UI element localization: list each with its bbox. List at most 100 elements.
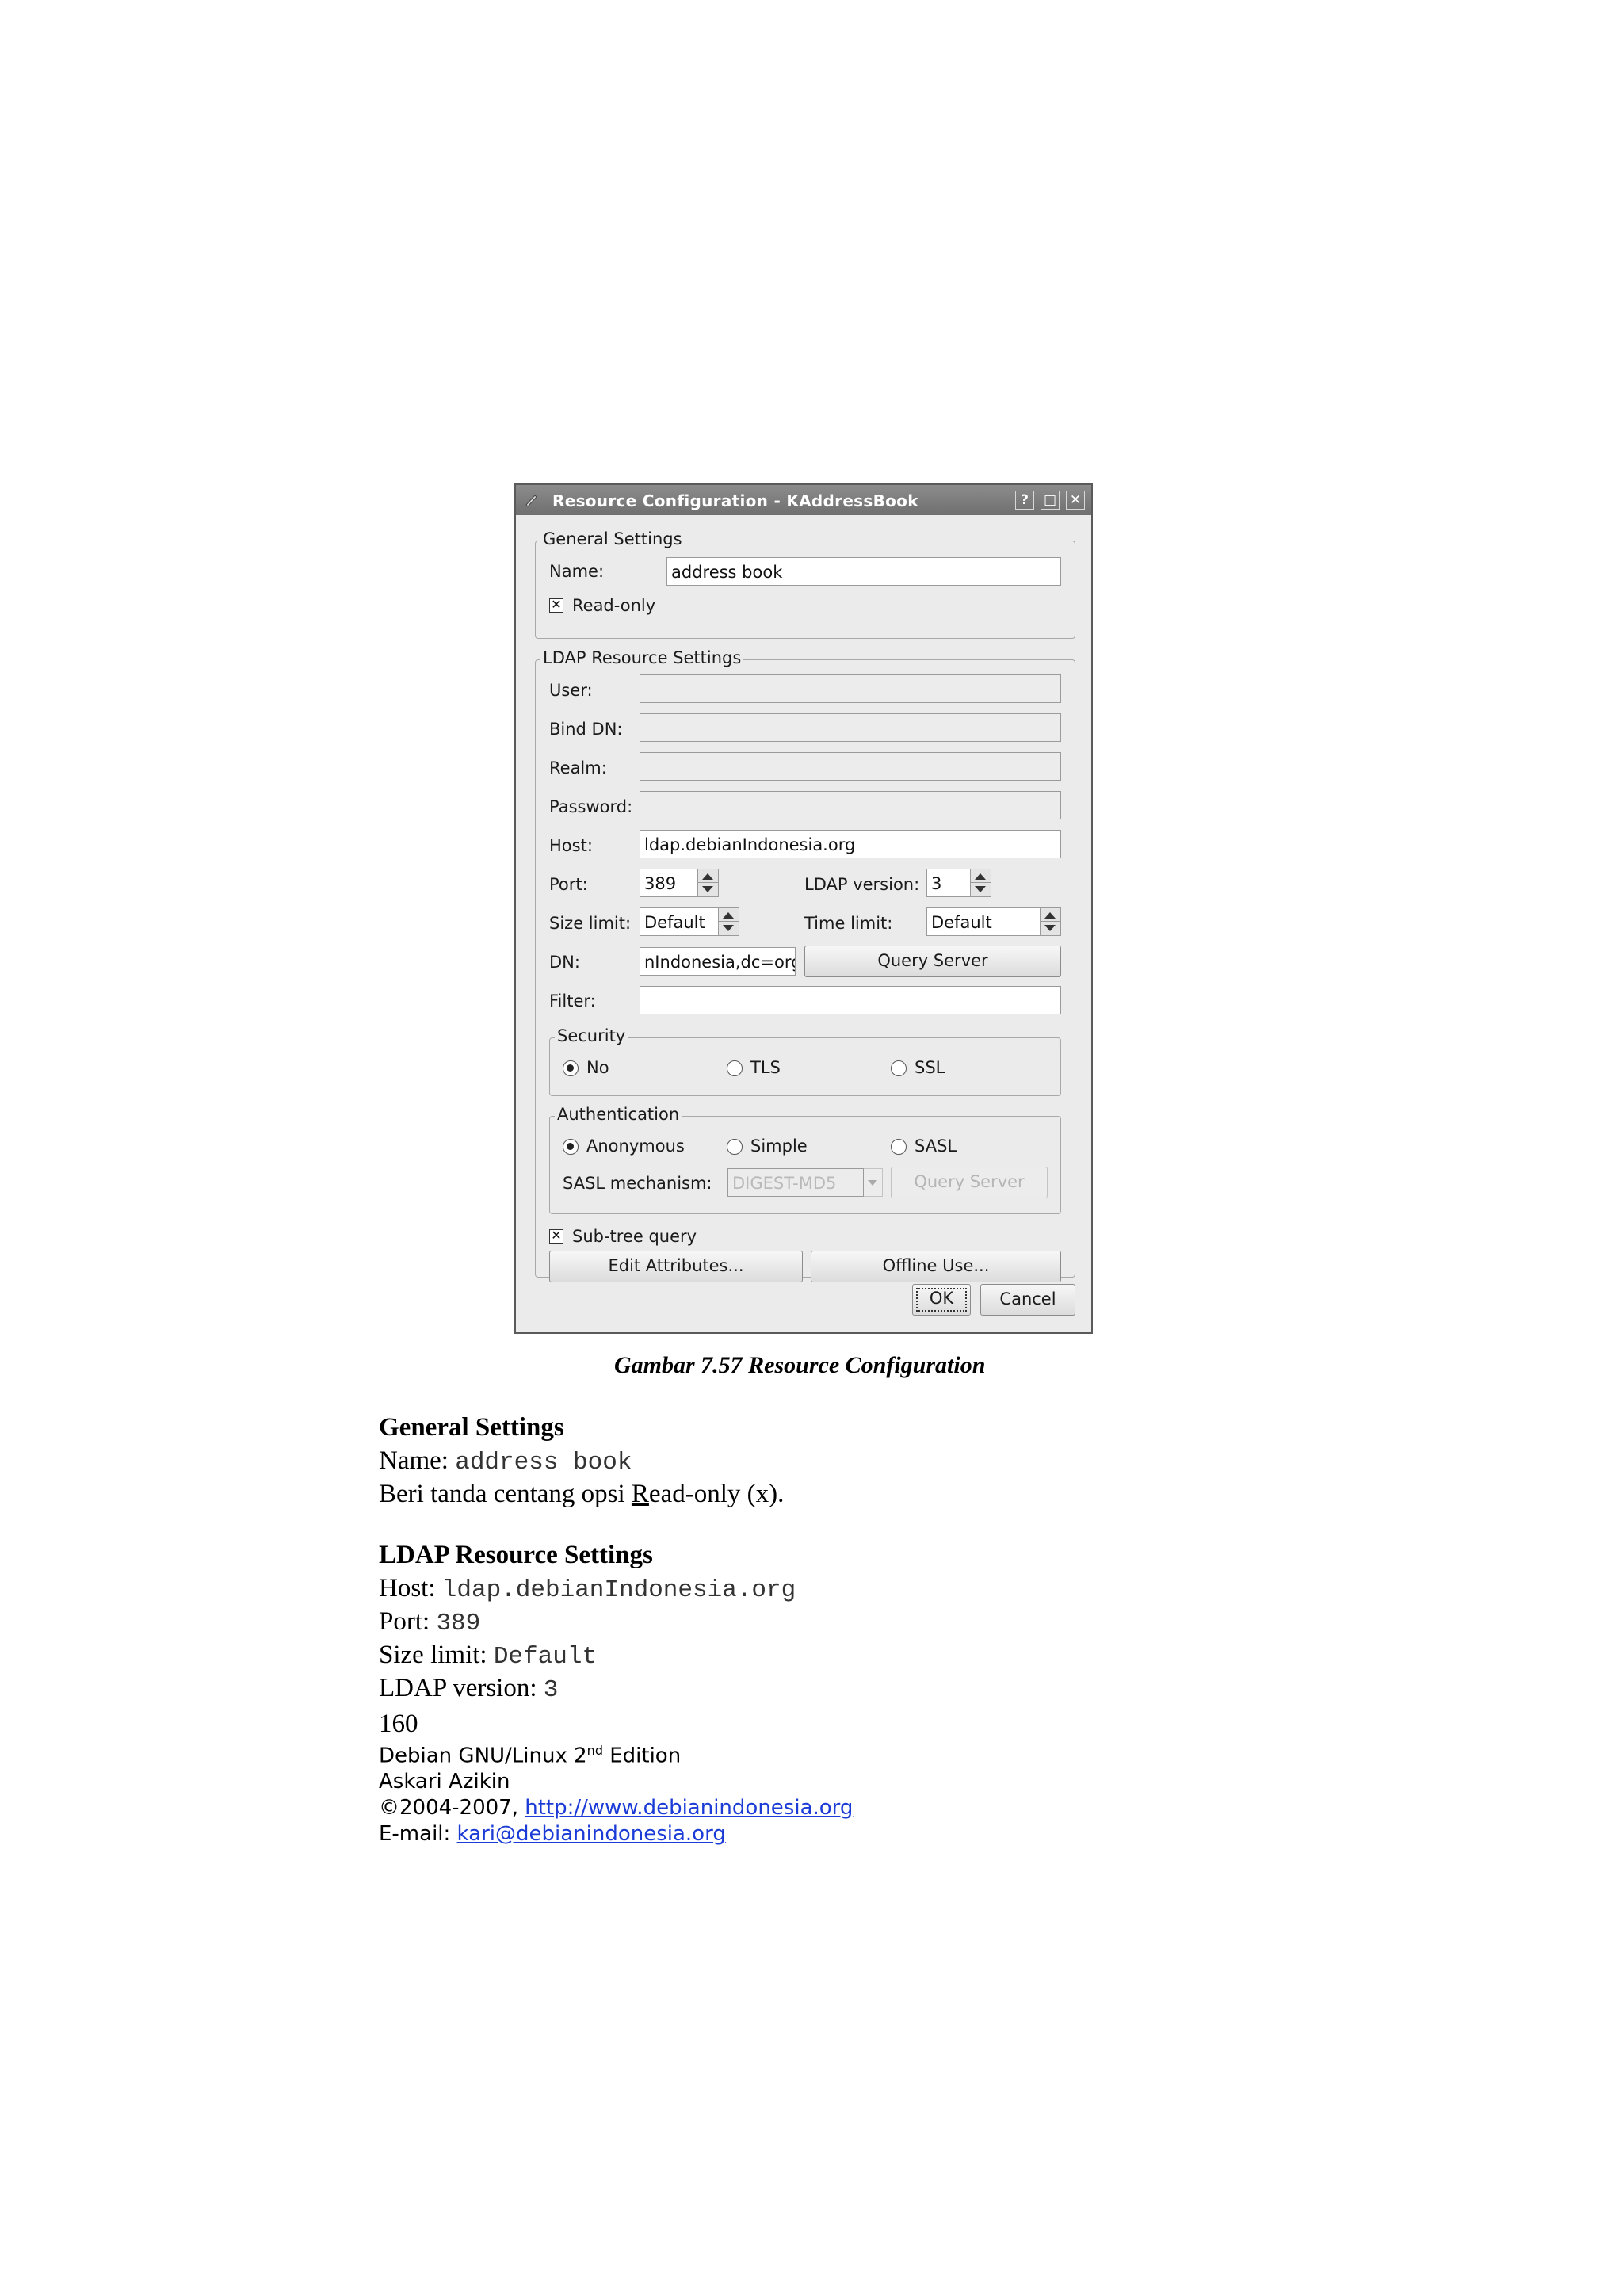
auth-simple-label: Simple [750, 1137, 808, 1156]
author: Askari Azikin [379, 1770, 510, 1794]
edit-attributes-button[interactable]: Edit Attributes... [549, 1251, 803, 1282]
authentication-group: Authentication Anonymous Simple SASL SAS… [549, 1105, 1061, 1214]
general-settings-group: General Settings Name: address book ✕ Re… [535, 529, 1075, 639]
size-limit-input[interactable]: Default [640, 907, 719, 936]
security-tls-radio[interactable] [727, 1060, 743, 1076]
subtree-label: Sub-tree query [572, 1227, 697, 1246]
spin-up-icon[interactable] [1044, 912, 1056, 919]
ldap-version-label: LDAP version: [804, 875, 920, 894]
spin-down-icon[interactable] [702, 886, 713, 892]
book-title: Debian GNU/Linux 2nd Edition [379, 1743, 681, 1768]
name-label: Name: [549, 562, 605, 581]
realm-label: Realm: [549, 758, 607, 777]
host-label: Host: [549, 836, 593, 855]
security-title: Security [555, 1026, 628, 1045]
sasl-query-server-button[interactable]: Query Server [891, 1167, 1048, 1198]
sasl-mechanism-label: SASL mechanism: [563, 1174, 712, 1193]
ldapver-prefix: LDAP version: [379, 1674, 544, 1702]
doc-size-line: Size limit: Default [379, 1641, 597, 1671]
figure-caption: Gambar 7.57 Resource Configuration [614, 1352, 986, 1378]
copyright-pre: ©2004-2007, [379, 1796, 525, 1820]
filter-input[interactable] [640, 986, 1061, 1014]
spin-down-icon[interactable] [723, 925, 734, 931]
filter-label: Filter: [549, 991, 596, 1010]
app-icon [525, 495, 537, 507]
auth-anonymous-radio[interactable] [563, 1139, 579, 1155]
maximize-icon[interactable]: □ [1041, 491, 1060, 510]
book-title-sup: nd [586, 1743, 603, 1758]
spin-up-icon[interactable] [975, 873, 986, 880]
auth-simple-radio[interactable] [727, 1139, 743, 1155]
help-icon[interactable]: ? [1015, 491, 1034, 510]
spin-up-icon[interactable] [723, 912, 734, 919]
website-link[interactable]: http://www.debianindonesia.org [525, 1796, 853, 1820]
name-value: address book [455, 1449, 632, 1477]
user-input[interactable] [640, 674, 1061, 703]
readonly-label: Read-only [572, 596, 656, 615]
query-server-button[interactable]: Query Server [804, 946, 1061, 977]
port-spinner[interactable] [698, 869, 719, 897]
ok-button-label: OK [929, 1289, 954, 1308]
authentication-title: Authentication [555, 1105, 682, 1124]
ldap-settings-group: LDAP Resource Settings User: Bind DN: Re… [535, 648, 1075, 1282]
ldapver-value: 3 [543, 1676, 559, 1704]
auth-anonymous-label: Anonymous [586, 1137, 685, 1156]
name-input[interactable]: address book [666, 557, 1061, 586]
doc-host-line: Host: ldap.debianIndonesia.org [379, 1574, 796, 1604]
cancel-button[interactable]: Cancel [980, 1284, 1075, 1316]
ldap-version-input[interactable]: 3 [926, 869, 971, 897]
page-number: 160 [379, 1710, 418, 1738]
time-limit-input[interactable]: Default [926, 907, 1041, 936]
title-bar[interactable]: Resource Configuration - KAddressBook ? … [516, 485, 1091, 515]
close-icon[interactable]: ✕ [1066, 491, 1085, 510]
doc-port-line: Port: 389 [379, 1607, 480, 1637]
user-label: User: [549, 681, 593, 700]
ok-button[interactable]: OK [912, 1284, 971, 1316]
realm-input[interactable] [640, 752, 1061, 781]
security-tls-label: TLS [750, 1058, 781, 1077]
doc-ldapver-line: LDAP version: 3 [379, 1674, 558, 1704]
port-input[interactable]: 389 [640, 869, 698, 897]
size-limit-spinner[interactable] [719, 907, 739, 936]
security-no-label: No [586, 1058, 609, 1077]
auth-sasl-label: SASL [915, 1137, 957, 1156]
spin-down-icon[interactable] [975, 886, 986, 892]
email-pre: E-mail: [379, 1822, 457, 1846]
size-value: Default [493, 1643, 598, 1671]
host-input[interactable]: ldap.debianIndonesia.org [640, 830, 1061, 858]
readonly-checkbox[interactable]: ✕ [549, 598, 563, 613]
sasl-query-server-label: Query Server [914, 1172, 1025, 1191]
security-ssl-radio[interactable] [891, 1060, 907, 1076]
password-label: Password: [549, 797, 633, 816]
dn-input[interactable]: nIndonesia,dc=org [640, 947, 796, 976]
port-label: Port: [549, 875, 588, 894]
port-value: 389 [436, 1610, 481, 1637]
auth-sasl-radio[interactable] [891, 1139, 907, 1155]
sasl-mechanism-select[interactable]: DIGEST-MD5 [727, 1168, 864, 1197]
query-server-button-label: Query Server [877, 951, 988, 970]
security-group: Security No TLS SSL [549, 1026, 1061, 1096]
password-input[interactable] [640, 791, 1061, 819]
subtree-checkbox[interactable]: ✕ [549, 1229, 563, 1244]
binddn-input[interactable] [640, 713, 1061, 742]
book-title-post: Edition [602, 1744, 682, 1768]
spin-down-icon[interactable] [1044, 925, 1056, 931]
edit-attributes-label: Edit Attributes... [608, 1256, 744, 1275]
ldap-settings-heading: LDAP Resource Settings [379, 1541, 653, 1569]
chevron-down-icon[interactable] [864, 1168, 883, 1197]
offline-use-button[interactable]: Offline Use... [811, 1251, 1061, 1282]
instruction-pre: Beri tanda centang opsi [379, 1480, 632, 1508]
email-line: E-mail: kari@debianindonesia.org [379, 1822, 726, 1846]
email-link[interactable]: kari@debianindonesia.org [457, 1822, 726, 1846]
book-title-pre: Debian GNU/Linux 2 [379, 1744, 587, 1768]
spin-up-icon[interactable] [702, 873, 713, 880]
doc-name-line: Name: address book [379, 1446, 632, 1477]
time-limit-spinner[interactable] [1041, 907, 1061, 936]
offline-use-label: Offline Use... [882, 1256, 990, 1275]
ldap-version-spinner[interactable] [971, 869, 991, 897]
binddn-label: Bind DN: [549, 720, 623, 739]
security-ssl-label: SSL [915, 1058, 945, 1077]
copyright-line: ©2004-2007, http://www.debianindonesia.o… [379, 1796, 853, 1820]
security-no-radio[interactable] [563, 1060, 579, 1076]
instruction-underlined: R [631, 1480, 649, 1508]
